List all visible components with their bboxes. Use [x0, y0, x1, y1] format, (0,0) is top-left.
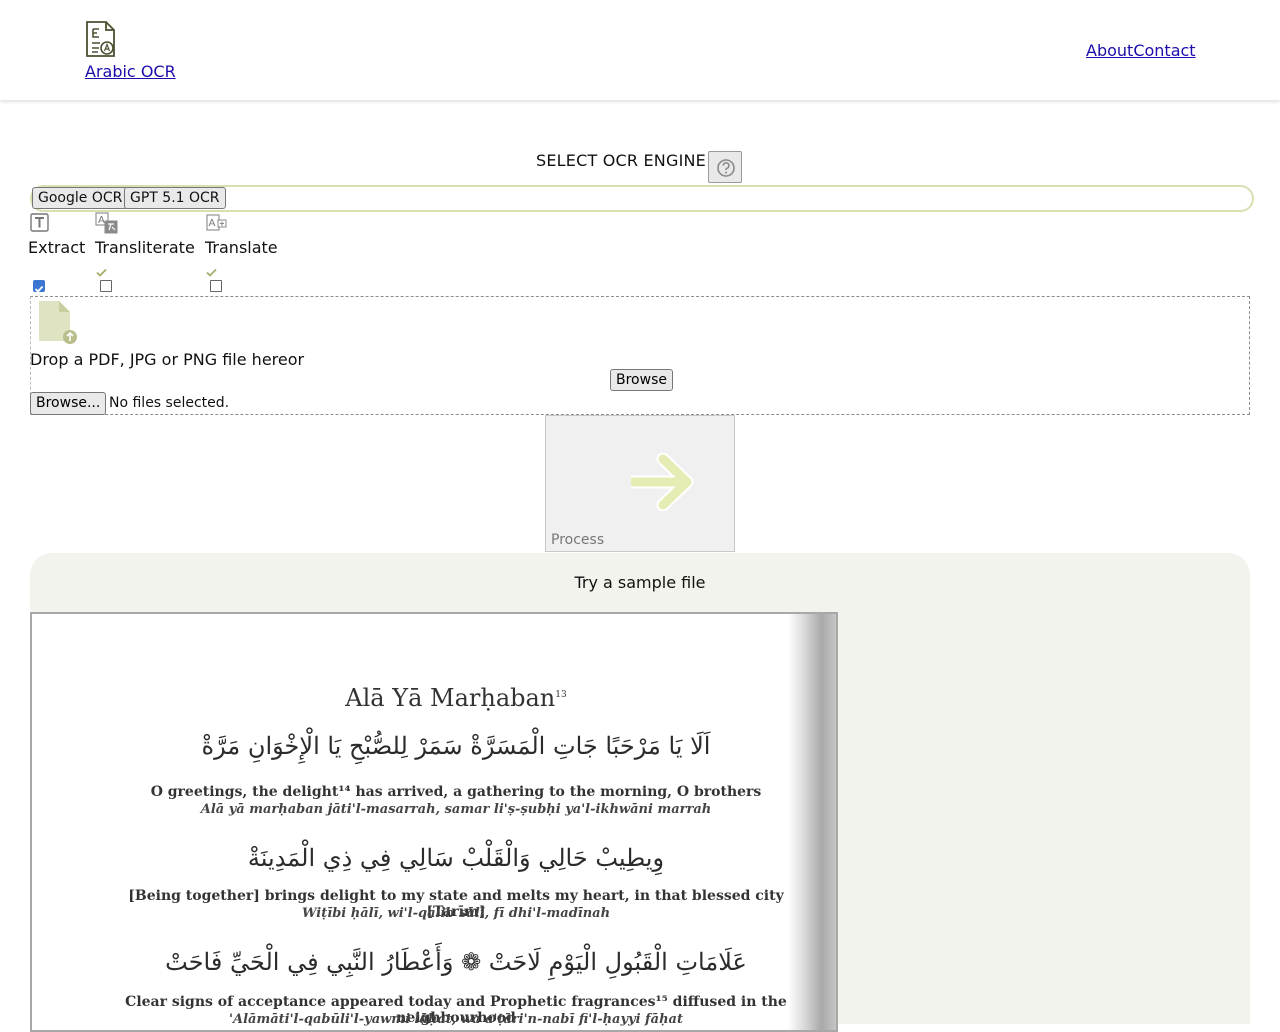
question-icon [717, 159, 735, 177]
nav-contact[interactable]: Contact [1133, 41, 1195, 60]
file-input-button[interactable]: Browse... [30, 392, 107, 415]
ocr-document-icon[interactable] [84, 20, 117, 58]
sample-page-title: Alā Yā Marḥaban13 [345, 684, 567, 712]
arrow-right-icon [631, 453, 694, 511]
check-icon [206, 262, 217, 281]
help-button[interactable] [708, 151, 742, 183]
translate-icon: A [206, 214, 227, 236]
mode-translate-checkbox[interactable] [210, 280, 222, 292]
english-line: O greetings, the delight¹⁴ has arrived, … [150, 784, 762, 800]
page-binding-shadow [788, 614, 836, 1030]
sample-panel: Try a sample file Alā Yā Marḥaban13 اَلَ… [30, 553, 1250, 1032]
top-nav: AboutContact [1086, 41, 1196, 60]
site-header: Arabic OCR AboutContact [0, 0, 1280, 100]
mode-transliterate-label: Transliterate [95, 238, 195, 257]
arabic-line: وِيطِيبْ حَالِي وَالْقَلْبْ سَالِي فِي ذ… [247, 844, 665, 872]
engine-title: SELECT OCR ENGINE [536, 151, 706, 170]
file-upload-icon [37, 300, 79, 348]
svg-text:A: A [209, 218, 216, 229]
nav-about[interactable]: About [1086, 41, 1133, 60]
engine-google-button[interactable]: Google OCR [32, 187, 129, 209]
arabic-line: عَلَامَاتِ الْقَبُولِ الْيَوْمِ لَاحَتْ … [165, 948, 747, 976]
process-label: Process [551, 532, 605, 548]
transliteration-line: Alā yā marḥaban jāti'l-masarrah, samar l… [200, 802, 712, 817]
check-icon [96, 262, 107, 281]
sample-title: Try a sample file [574, 573, 706, 592]
svg-text:A: A [98, 215, 105, 226]
mode-transliterate-checkbox[interactable] [100, 280, 112, 292]
transliteration-line: 'Alāmāti'l-qabūli'l-yawmi lāḥat, wa a'ṭā… [229, 1012, 683, 1027]
engine-gpt-button[interactable]: GPT 5.1 OCR [124, 187, 226, 209]
transliteration-line: Wiṭībi ḥālī, wi'l-qalib sālī, fī dhi'l-m… [301, 906, 611, 921]
sample-file-preview[interactable]: Alā Yā Marḥaban13 اَلَا يَا مَرْحَبًا جَ… [30, 612, 838, 1032]
process-button[interactable]: Process [545, 415, 735, 552]
mode-extract-label: Extract [28, 238, 86, 257]
file-input-status: No files selected. [109, 395, 230, 411]
sample-page: Alā Yā Marḥaban13 اَلَا يَا مَرْحَبًا جَ… [32, 614, 792, 1030]
mode-translate-label: Translate [205, 238, 278, 257]
transliterate-icon: A [95, 212, 118, 238]
mode-extract-checkbox[interactable] [33, 280, 45, 293]
brand-link[interactable]: Arabic OCR [85, 62, 176, 81]
drop-instructions: Drop a PDF, JPG or PNG file hereor [30, 350, 305, 369]
browse-button[interactable]: Browse [610, 369, 673, 391]
text-icon [30, 213, 49, 236]
arabic-line: اَلَا يَا مَرْحَبًا جَاتِ الْمَسَرَّةْ س… [201, 732, 711, 760]
